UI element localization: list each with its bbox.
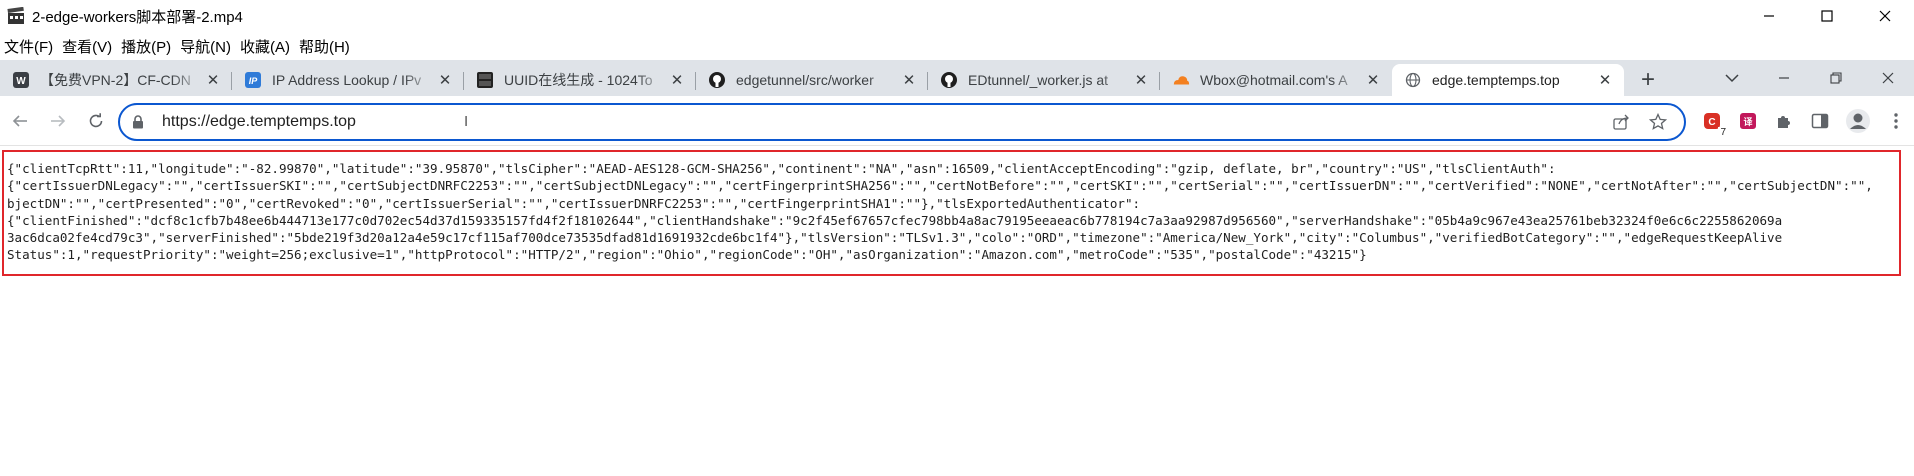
lock-icon[interactable] — [132, 115, 150, 129]
window-controls — [1740, 0, 1914, 32]
json-line: Status":1,"requestPriority":"weight=256;… — [7, 247, 1367, 263]
ip-icon: IP — [244, 71, 262, 89]
highlighted-json-region: {"clientTcpRtt":11,"longitude":"-82.9987… — [2, 150, 1901, 276]
page-content: {"clientTcpRtt":11,"longitude":"-82.9987… — [0, 147, 1914, 476]
more-vertical-icon — [1894, 113, 1898, 129]
minimize-icon — [1764, 15, 1774, 17]
tab-search-button[interactable] — [1706, 60, 1758, 96]
globe-icon — [1404, 71, 1422, 89]
window-title: 2-edge-workers脚本部署-2.mp4 — [32, 8, 243, 26]
tab-ip-lookup[interactable]: IP IP Address Lookup / IPv ✕ — [232, 64, 464, 96]
bookmark-button[interactable] — [1640, 107, 1676, 137]
share-button[interactable] — [1604, 107, 1640, 137]
arrow-left-icon — [12, 114, 27, 127]
reload-icon — [89, 112, 103, 127]
tab-close-icon[interactable]: ✕ — [1132, 71, 1150, 89]
tab-close-icon[interactable]: ✕ — [1364, 71, 1382, 89]
extensions-button[interactable] — [1766, 103, 1802, 139]
tab-cloudflare-account[interactable]: Wbox@hotmail.com's A ✕ — [1160, 64, 1392, 96]
extension-pink-button[interactable]: 译 — [1730, 103, 1766, 139]
json-line: {"clientTcpRtt":11,"longitude":"-82.9987… — [7, 161, 1556, 176]
minimize-icon — [1779, 77, 1789, 79]
avatar-icon — [1846, 109, 1870, 133]
menu-help[interactable]: 帮助(H) — [295, 36, 355, 57]
side-panel-icon — [1811, 113, 1829, 129]
browser-minimize-button[interactable] — [1758, 60, 1810, 96]
github-icon — [940, 71, 958, 89]
extension-red-button[interactable]: C 7 — [1694, 103, 1730, 139]
clapperboard-icon — [6, 6, 26, 26]
tab-label: IP Address Lookup / IPv — [272, 72, 422, 88]
new-tab-button[interactable]: + — [1628, 64, 1668, 96]
tab-label: 【免费VPN-2】CF-CDN — [40, 72, 191, 88]
close-icon — [1879, 10, 1891, 22]
minimize-button[interactable] — [1740, 0, 1798, 32]
tab-close-icon[interactable]: ✕ — [436, 71, 454, 89]
tab-edgetunnel-github[interactable]: edgetunnel/src/worker ✕ — [696, 64, 928, 96]
svg-text:译: 译 — [1743, 116, 1753, 127]
tab-uuid-generator[interactable]: UUID在线生成 - 1024To ✕ — [464, 64, 696, 96]
svg-text:W: W — [16, 76, 26, 87]
tab-close-icon[interactable]: ✕ — [668, 71, 686, 89]
extensions-area: C 7 译 — [1694, 96, 1914, 146]
json-line: 3ac6dca02fe4cd79c3","serverFinished":"5b… — [7, 230, 1783, 246]
star-icon — [1649, 113, 1667, 130]
menu-favorites[interactable]: 收藏(A) — [236, 36, 295, 57]
maximize-button[interactable] — [1798, 0, 1856, 32]
browser-tab-strip: W 【免费VPN-2】CF-CDN ✕ IP IP Address Lookup… — [0, 60, 1914, 96]
menu-file[interactable]: 文件(F) — [0, 36, 58, 57]
worker-icon: W — [12, 71, 30, 89]
tab-strip-controls — [1706, 60, 1914, 96]
close-icon — [1882, 72, 1894, 84]
svg-text:IP: IP — [249, 76, 259, 86]
menu-play[interactable]: 播放(P) — [117, 36, 176, 57]
browser-toolbar: I C 7 译 — [0, 96, 1914, 146]
tool-icon — [476, 71, 494, 89]
chevron-down-icon — [1725, 74, 1739, 83]
text-cursor-icon: I — [464, 113, 469, 130]
tab-close-icon[interactable]: ✕ — [1596, 71, 1614, 89]
tab-label: edgetunnel/src/worker — [736, 72, 874, 88]
tab-label: edge.temptemps.top — [1432, 72, 1560, 88]
cloudflare-icon — [1172, 71, 1190, 89]
reload-button[interactable] — [78, 103, 114, 139]
arrow-right-icon — [51, 114, 66, 127]
profile-button[interactable] — [1838, 103, 1878, 139]
tab-label: Wbox@hotmail.com's A — [1200, 72, 1348, 88]
extension-badge: 7 — [1718, 127, 1728, 138]
share-icon — [1613, 114, 1629, 130]
tab-label: UUID在线生成 - 1024To — [504, 72, 653, 88]
json-line: bjectDN":"","certPresented":"0","certRev… — [7, 195, 1141, 211]
browser-menu-button[interactable] — [1878, 103, 1914, 139]
browser-restore-button[interactable] — [1810, 60, 1862, 96]
forward-button[interactable] — [40, 103, 76, 139]
back-button[interactable] — [2, 103, 38, 139]
player-title-bar: 2-edge-workers脚本部署-2.mp4 — [0, 0, 1914, 32]
url-input[interactable] — [160, 112, 1604, 132]
close-button[interactable] — [1856, 0, 1914, 32]
browser-close-button[interactable] — [1862, 60, 1914, 96]
json-line: {"certIssuerDNLegacy":"","certIssuerSKI"… — [7, 178, 1873, 194]
github-icon — [708, 71, 726, 89]
tab-edtunnel-github[interactable]: EDtunnel/_worker.js at ✕ — [928, 64, 1160, 96]
menu-view[interactable]: 查看(V) — [58, 36, 117, 57]
menu-navigate[interactable]: 导航(N) — [176, 36, 236, 57]
extension-pink-icon: 译 — [1740, 113, 1756, 129]
maximize-icon — [1821, 10, 1833, 22]
tab-close-icon[interactable]: ✕ — [204, 71, 222, 89]
tab-label: EDtunnel/_worker.js at — [968, 72, 1109, 88]
json-line: {"clientFinished":"dcf8c1cfb7b48ee6b4447… — [7, 212, 1783, 228]
svg-text:C: C — [1708, 117, 1715, 128]
player-menu-bar: 文件(F) 查看(V) 播放(P) 导航(N) 收藏(A) 帮助(H) — [0, 32, 1914, 60]
address-bar[interactable]: I — [118, 103, 1686, 141]
tab-cf-cdn[interactable]: W 【免费VPN-2】CF-CDN ✕ — [0, 64, 232, 96]
puzzle-icon — [1778, 116, 1790, 128]
side-panel-button[interactable] — [1802, 103, 1838, 139]
tab-close-icon[interactable]: ✕ — [900, 71, 918, 89]
restore-icon — [1830, 72, 1842, 84]
tab-edge-temptemps[interactable]: edge.temptemps.top ✕ — [1392, 64, 1624, 96]
